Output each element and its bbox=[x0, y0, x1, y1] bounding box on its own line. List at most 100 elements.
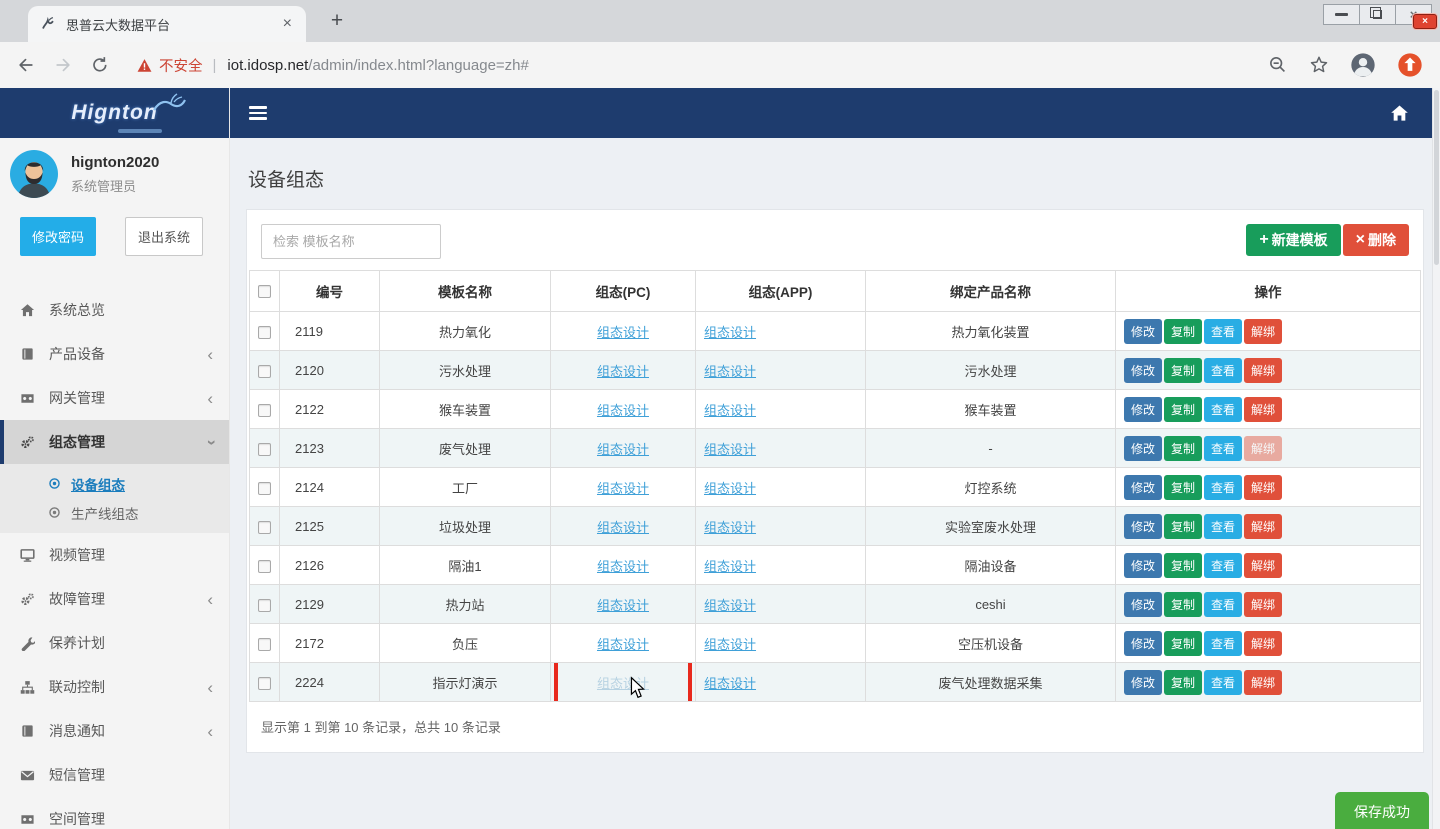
app-design-link[interactable]: 组态设计 bbox=[704, 559, 756, 574]
app-design-link[interactable]: 组态设计 bbox=[704, 676, 756, 691]
row-checkbox[interactable] bbox=[258, 404, 271, 417]
pc-design-link[interactable]: 组态设计 bbox=[597, 598, 649, 613]
change-password-button[interactable]: 修改密码 bbox=[20, 217, 96, 256]
app-design-link[interactable]: 组态设计 bbox=[704, 325, 756, 340]
unbind-button[interactable]: 解绑 bbox=[1244, 358, 1282, 383]
edit-button[interactable]: 修改 bbox=[1124, 397, 1162, 422]
copy-button[interactable]: 复制 bbox=[1164, 475, 1202, 500]
edit-button[interactable]: 修改 bbox=[1124, 553, 1162, 578]
sidebar-item-scada[interactable]: 组态管理‹ bbox=[0, 420, 229, 464]
pc-design-link[interactable]: 组态设计 bbox=[597, 520, 649, 535]
unbind-button[interactable]: 解绑 bbox=[1244, 670, 1282, 695]
app-design-link[interactable]: 组态设计 bbox=[704, 364, 756, 379]
row-checkbox[interactable] bbox=[258, 521, 271, 534]
row-checkbox[interactable] bbox=[258, 560, 271, 573]
unbind-button[interactable]: 解绑 bbox=[1244, 553, 1282, 578]
sidebar-item-maintenance[interactable]: 保养计划 bbox=[0, 621, 229, 665]
pc-design-link[interactable]: 组态设计 bbox=[597, 676, 649, 691]
bookmark-star-icon[interactable] bbox=[1308, 54, 1330, 76]
edit-button[interactable]: 修改 bbox=[1124, 670, 1162, 695]
pc-design-link[interactable]: 组态设计 bbox=[597, 559, 649, 574]
copy-button[interactable]: 复制 bbox=[1164, 553, 1202, 578]
view-button[interactable]: 查看 bbox=[1204, 358, 1242, 383]
select-all-checkbox[interactable] bbox=[258, 285, 271, 298]
sidebar-item-product-device[interactable]: 产品设备‹ bbox=[0, 332, 229, 376]
view-button[interactable]: 查看 bbox=[1204, 319, 1242, 344]
copy-button[interactable]: 复制 bbox=[1164, 592, 1202, 617]
reload-icon[interactable] bbox=[90, 55, 110, 75]
sidebar-item-fault[interactable]: 故障管理‹ bbox=[0, 577, 229, 621]
sidebar-item-device-scada[interactable]: 设备组态 bbox=[0, 469, 229, 498]
forward-icon[interactable] bbox=[53, 55, 73, 75]
sidebar-item-sms[interactable]: 短信管理 bbox=[0, 753, 229, 797]
view-button[interactable]: 查看 bbox=[1204, 592, 1242, 617]
edit-button[interactable]: 修改 bbox=[1124, 319, 1162, 344]
unbind-button[interactable]: 解绑 bbox=[1244, 397, 1282, 422]
close-button[interactable]: × × bbox=[1395, 4, 1432, 25]
pc-design-link[interactable]: 组态设计 bbox=[597, 442, 649, 457]
copy-button[interactable]: 复制 bbox=[1164, 514, 1202, 539]
app-design-link[interactable]: 组态设计 bbox=[704, 637, 756, 652]
address-bar[interactable]: 不安全 | iot.idosp.net /admin/index.html?la… bbox=[137, 55, 1267, 76]
view-button[interactable]: 查看 bbox=[1204, 553, 1242, 578]
row-checkbox[interactable] bbox=[258, 638, 271, 651]
view-button[interactable]: 查看 bbox=[1204, 631, 1242, 656]
pc-design-link[interactable]: 组态设计 bbox=[597, 364, 649, 379]
app-design-link[interactable]: 组态设计 bbox=[704, 520, 756, 535]
unbind-button[interactable]: 解绑 bbox=[1244, 592, 1282, 617]
unbind-button[interactable]: 解绑 bbox=[1244, 631, 1282, 656]
new-template-button[interactable]: +新建模板 bbox=[1246, 224, 1340, 256]
scrollbar-thumb[interactable] bbox=[1434, 90, 1439, 265]
sidebar-item-line-scada[interactable]: 生产线组态 bbox=[0, 498, 229, 527]
home-icon[interactable] bbox=[1390, 104, 1409, 123]
minimize-button[interactable] bbox=[1323, 4, 1360, 25]
view-button[interactable]: 查看 bbox=[1204, 475, 1242, 500]
row-checkbox[interactable] bbox=[258, 443, 271, 456]
edit-button[interactable]: 修改 bbox=[1124, 514, 1162, 539]
view-button[interactable]: 查看 bbox=[1204, 436, 1242, 461]
row-checkbox[interactable] bbox=[258, 365, 271, 378]
sidebar-item-message[interactable]: 消息通知‹ bbox=[0, 709, 229, 753]
copy-button[interactable]: 复制 bbox=[1164, 670, 1202, 695]
restore-button[interactable] bbox=[1359, 4, 1396, 25]
row-checkbox[interactable] bbox=[258, 677, 271, 690]
pc-design-link[interactable]: 组态设计 bbox=[597, 637, 649, 652]
view-button[interactable]: 查看 bbox=[1204, 514, 1242, 539]
pc-design-link[interactable]: 组态设计 bbox=[597, 403, 649, 418]
search-input[interactable] bbox=[261, 224, 441, 259]
row-checkbox[interactable] bbox=[258, 482, 271, 495]
app-design-link[interactable]: 组态设计 bbox=[704, 481, 756, 496]
copy-button[interactable]: 复制 bbox=[1164, 319, 1202, 344]
edit-button[interactable]: 修改 bbox=[1124, 592, 1162, 617]
profile-avatar-icon[interactable] bbox=[1349, 51, 1377, 79]
copy-button[interactable]: 复制 bbox=[1164, 631, 1202, 656]
copy-button[interactable]: 复制 bbox=[1164, 436, 1202, 461]
edit-button[interactable]: 修改 bbox=[1124, 436, 1162, 461]
row-checkbox[interactable] bbox=[258, 599, 271, 612]
edit-button[interactable]: 修改 bbox=[1124, 475, 1162, 500]
pc-design-link[interactable]: 组态设计 bbox=[597, 481, 649, 496]
copy-button[interactable]: 复制 bbox=[1164, 397, 1202, 422]
new-tab-button[interactable]: + bbox=[322, 8, 352, 36]
pc-design-link[interactable]: 组态设计 bbox=[597, 325, 649, 340]
app-design-link[interactable]: 组态设计 bbox=[704, 598, 756, 613]
logout-button[interactable]: 退出系统 bbox=[125, 217, 203, 256]
back-icon[interactable] bbox=[16, 55, 36, 75]
browser-tab[interactable]: 思普云大数据平台 × bbox=[28, 6, 306, 42]
row-checkbox[interactable] bbox=[258, 326, 271, 339]
sidebar-item-system-overview[interactable]: 系统总览 bbox=[0, 288, 229, 332]
view-button[interactable]: 查看 bbox=[1204, 397, 1242, 422]
not-secure-label[interactable]: 不安全 bbox=[159, 55, 203, 76]
edit-button[interactable]: 修改 bbox=[1124, 631, 1162, 656]
sidebar-item-linkage[interactable]: 联动控制‹ bbox=[0, 665, 229, 709]
sidebar-item-space[interactable]: 空间管理 bbox=[0, 797, 229, 829]
sidebar-item-gateway[interactable]: 网关管理‹ bbox=[0, 376, 229, 420]
copy-button[interactable]: 复制 bbox=[1164, 358, 1202, 383]
hamburger-menu-icon[interactable] bbox=[249, 104, 267, 123]
edit-button[interactable]: 修改 bbox=[1124, 358, 1162, 383]
app-design-link[interactable]: 组态设计 bbox=[704, 442, 756, 457]
tab-close-icon[interactable]: × bbox=[281, 16, 294, 32]
delete-button[interactable]: ×删除 bbox=[1343, 224, 1409, 256]
unbind-button[interactable]: 解绑 bbox=[1244, 436, 1282, 461]
zoom-out-icon[interactable] bbox=[1267, 54, 1289, 76]
